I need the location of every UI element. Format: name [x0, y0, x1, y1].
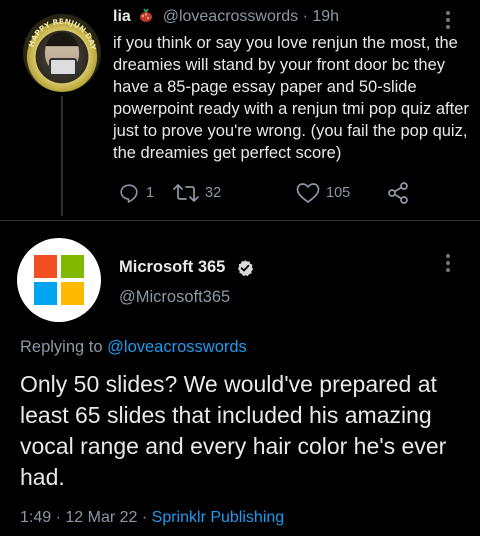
separator-dot: · [302, 8, 308, 25]
microsoft-logo-icon [34, 255, 84, 305]
replying-to-prefix: Replying to [20, 338, 103, 356]
retweet-icon [173, 184, 199, 202]
tweet-header: lia @loveacrosswords · 19h [113, 8, 339, 30]
tweet-date[interactable]: 12 Mar 22 [65, 509, 137, 526]
thread-connector-line [61, 96, 63, 216]
retweet-count: 32 [205, 185, 222, 201]
seedling-emoji-icon [140, 8, 153, 22]
logo-square-blue [34, 282, 57, 305]
tweet-actions: 1 32 105 [114, 180, 434, 206]
avatar-ring-text: HAPPY RENJUN DAY [27, 17, 98, 51]
tweet-source-link[interactable]: Sprinklr Publishing [152, 509, 285, 526]
share-button[interactable] [386, 180, 410, 206]
reply-icon [120, 184, 138, 203]
reply-count: 1 [146, 185, 155, 201]
display-name[interactable]: Microsoft 365 [119, 258, 225, 277]
share-icon [388, 182, 408, 204]
replying-to-link[interactable]: @loveacrosswords [107, 338, 247, 356]
separator-dot: · [141, 509, 148, 526]
timestamp[interactable]: 19h [312, 8, 339, 25]
divider [0, 220, 480, 221]
avatar[interactable]: HAPPY RENJUN DAY [23, 14, 101, 92]
tweet-thread-view: HAPPY RENJUN DAY lia @loveacrosswords · … [0, 0, 480, 536]
handle[interactable]: @loveacrosswords [163, 8, 298, 25]
more-icon[interactable] [444, 9, 452, 31]
parent-tweet[interactable]: HAPPY RENJUN DAY lia @loveacrosswords · … [0, 0, 480, 220]
replying-to: Replying to @loveacrosswords [20, 338, 247, 357]
tweet-meta: 1:49 · 12 Mar 22 · Sprinklr Publishing [20, 509, 284, 527]
like-button[interactable]: 105 [296, 180, 350, 206]
tweet-time[interactable]: 1:49 [20, 509, 51, 526]
svg-text:HAPPY RENJUN DAY: HAPPY RENJUN DAY [27, 17, 98, 51]
avatar[interactable] [17, 238, 101, 322]
display-name[interactable]: lia [113, 8, 131, 25]
logo-square-red [34, 255, 57, 278]
more-icon[interactable] [444, 252, 452, 274]
separator-dot: · [55, 509, 61, 526]
verified-badge-icon [237, 260, 254, 277]
logo-square-yellow [61, 282, 84, 305]
handle[interactable]: @Microsoft365 [119, 288, 230, 307]
like-count: 105 [326, 185, 351, 201]
tweet-text: Only 50 slides? We would've prepared at … [20, 371, 447, 490]
reply-button[interactable]: 1 [118, 180, 154, 206]
logo-square-green [61, 255, 84, 278]
retweet-button[interactable]: 32 [173, 180, 221, 206]
tweet-text: if you think or say you love renjun the … [113, 34, 469, 162]
like-icon [296, 183, 320, 203]
